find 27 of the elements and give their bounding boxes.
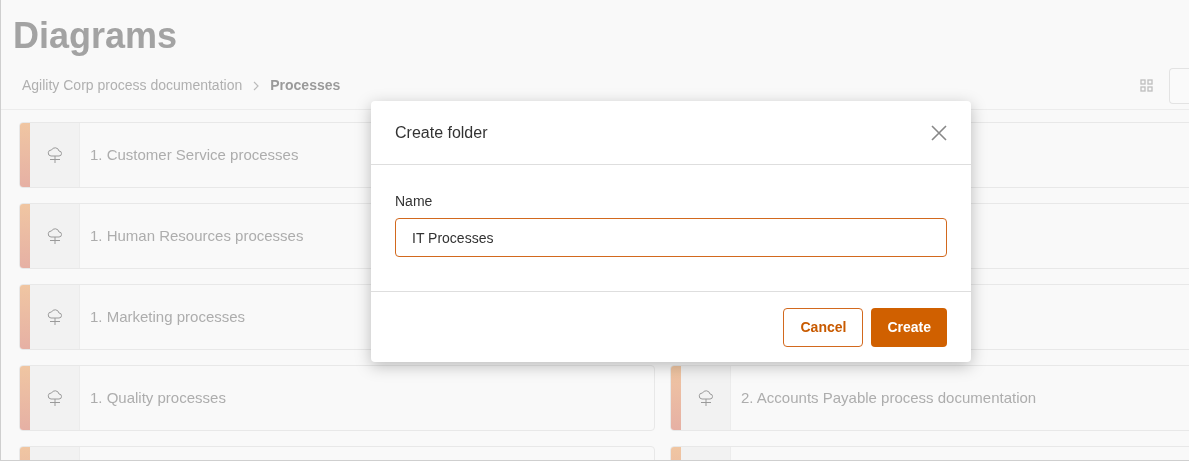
accent-bar: [20, 366, 30, 430]
accent-bar: [20, 123, 30, 187]
cloud-network-icon: [46, 308, 63, 326]
cancel-button[interactable]: Cancel: [783, 307, 864, 347]
name-input-field[interactable]: IT Processes: [395, 218, 947, 257]
cloud-network-icon: [46, 146, 63, 164]
folder-card[interactable]: 1. Quality processes: [19, 365, 655, 431]
page-title: Diagrams: [13, 14, 178, 58]
breadcrumb-link[interactable]: Agility Corp process documentation: [22, 75, 243, 96]
folder-name: 1. Customer Service processes: [90, 144, 299, 165]
breadcrumb-link[interactable]: Processes: [270, 75, 341, 96]
cloud-network-icon: [46, 389, 63, 407]
close-icon[interactable]: [931, 124, 947, 141]
chevron-right-icon: [252, 80, 261, 91]
folder-name: 1. Marketing processes: [90, 306, 246, 327]
create-button[interactable]: Create: [871, 307, 947, 347]
folder-name: 2. Accounts Payable process documentation: [741, 387, 1037, 408]
cloud-network-icon: [46, 227, 63, 245]
cloud-network-icon: [697, 389, 714, 407]
folder-name: 1. Human Resources processes: [90, 225, 304, 246]
dialog-title: Create folder: [395, 122, 488, 143]
folder-name: 1. Quality processes: [90, 387, 226, 408]
grid-view-icon[interactable]: [1140, 79, 1153, 92]
accent-bar: [20, 285, 30, 349]
accent-bar: [671, 366, 681, 430]
folder-card[interactable]: 2. Accounts Payable process documentation: [670, 365, 1189, 431]
accent-bar: [20, 204, 30, 268]
